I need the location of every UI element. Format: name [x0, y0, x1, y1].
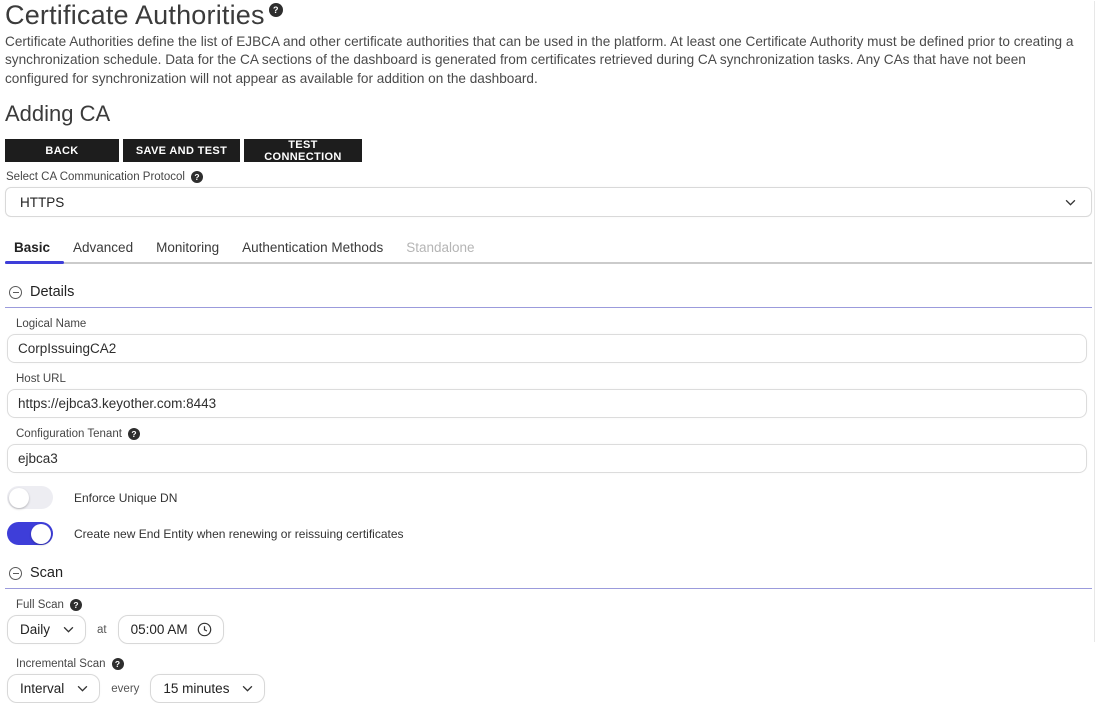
collapse-minus-icon[interactable]: [9, 286, 22, 299]
chevron-down-icon: [1065, 199, 1076, 206]
details-section-title: Details: [30, 284, 74, 300]
protocol-label: Select CA Communication Protocol: [6, 171, 185, 183]
toggle-knob: [9, 488, 29, 508]
logical-name-label: Logical Name: [16, 318, 86, 330]
save-and-test-button[interactable]: SAVE AND TEST: [123, 139, 240, 162]
protocol-label-row: Select CA Communication Protocol ?: [6, 171, 1092, 183]
host-url-label-row: Host URL: [16, 373, 1092, 385]
chevron-down-icon: [242, 685, 253, 692]
full-scan-connector: at: [97, 624, 107, 636]
incremental-scan-connector: every: [111, 683, 139, 695]
incremental-scan-label: Incremental Scan: [16, 658, 106, 670]
chevron-down-icon: [63, 626, 74, 633]
toggle-knob: [31, 524, 51, 544]
tab-advanced[interactable]: Advanced: [64, 240, 147, 262]
host-url-input[interactable]: [7, 389, 1087, 418]
enforce-unique-dn-label: Enforce Unique DN: [74, 491, 177, 505]
page-description: Certificate Authorities define the list …: [5, 33, 1091, 88]
certificate-authorities-page: Certificate Authorities ? Certificate Au…: [0, 1, 1098, 642]
clock-icon: [197, 622, 212, 637]
chevron-down-icon: [77, 685, 88, 692]
protocol-select[interactable]: HTTPS: [5, 187, 1092, 217]
full-scan-time-input[interactable]: 05:00 AM: [118, 615, 224, 644]
create-end-entity-toggle[interactable]: [7, 522, 53, 545]
full-scan-frequency-value: Daily: [20, 622, 50, 637]
content-right-edge: [1094, 1, 1095, 642]
test-connection-button[interactable]: TEST CONNECTION: [244, 139, 362, 162]
page-title: Certificate Authorities: [5, 1, 265, 31]
configuration-tenant-label-row: Configuration Tenant ?: [16, 428, 1092, 440]
host-url-label: Host URL: [16, 373, 66, 385]
enforce-unique-dn-toggle[interactable]: [7, 486, 53, 509]
scan-section-title: Scan: [30, 565, 63, 581]
collapse-minus-icon[interactable]: [9, 567, 22, 580]
protocol-select-value: HTTPS: [20, 195, 64, 210]
protocol-help-icon[interactable]: ?: [191, 171, 203, 183]
full-scan-help-icon[interactable]: ?: [70, 599, 82, 611]
full-scan-frequency-select[interactable]: Daily: [7, 615, 86, 644]
configuration-tenant-input[interactable]: [7, 444, 1087, 473]
logical-name-label-row: Logical Name: [16, 318, 1092, 330]
toolbar: BACK SAVE AND TEST TEST CONNECTION: [5, 139, 1092, 162]
tab-standalone: Standalone: [397, 240, 488, 262]
back-button[interactable]: BACK: [5, 139, 119, 162]
tab-basic[interactable]: Basic: [5, 240, 64, 262]
page-title-help-icon[interactable]: ?: [269, 3, 283, 17]
incremental-scan-help-icon[interactable]: ?: [112, 658, 124, 670]
configuration-tenant-label: Configuration Tenant: [16, 428, 122, 440]
incremental-scan-interval-value: 15 minutes: [163, 681, 229, 696]
scan-section-header[interactable]: Scan: [9, 565, 1092, 581]
create-end-entity-label: Create new End Entity when renewing or r…: [74, 527, 404, 541]
full-scan-time-value: 05:00 AM: [131, 622, 188, 637]
create-end-entity-row: Create new End Entity when renewing or r…: [7, 522, 1092, 545]
incremental-scan-mode-select[interactable]: Interval: [7, 674, 100, 703]
incremental-scan-interval-select[interactable]: 15 minutes: [150, 674, 265, 703]
scan-divider: [5, 588, 1092, 589]
full-scan-row: Daily at 05:00 AM: [7, 615, 1092, 644]
incremental-scan-mode-value: Interval: [20, 681, 64, 696]
logical-name-input[interactable]: [7, 334, 1087, 363]
adding-ca-heading: Adding CA: [5, 101, 1092, 127]
incremental-scan-row: Interval every 15 minutes: [7, 674, 1092, 703]
details-divider: [5, 307, 1092, 308]
incremental-scan-label-row: Incremental Scan ?: [16, 658, 1092, 670]
configuration-tenant-help-icon[interactable]: ?: [128, 428, 140, 440]
page-title-row: Certificate Authorities ?: [5, 1, 1092, 31]
full-scan-label: Full Scan: [16, 599, 64, 611]
full-scan-label-row: Full Scan ?: [16, 599, 1092, 611]
enforce-unique-dn-row: Enforce Unique DN: [7, 486, 1092, 509]
tabbar: Basic Advanced Monitoring Authentication…: [5, 240, 1092, 264]
tab-monitoring[interactable]: Monitoring: [147, 240, 233, 262]
details-section-header[interactable]: Details: [9, 284, 1092, 300]
tab-authentication-methods[interactable]: Authentication Methods: [233, 240, 397, 262]
